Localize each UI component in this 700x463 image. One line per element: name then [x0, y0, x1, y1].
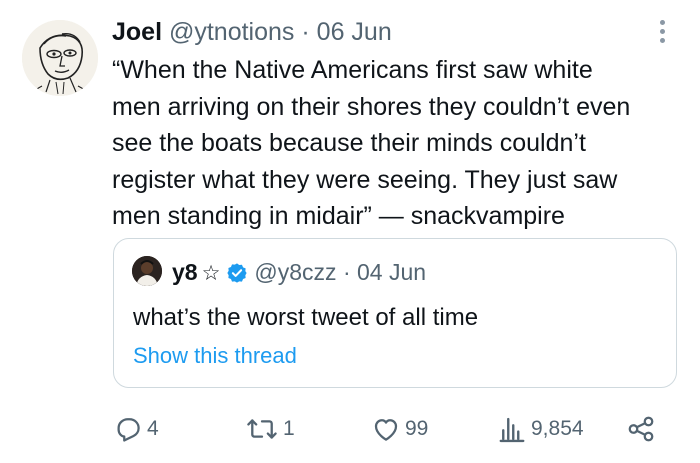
- quoted-tweet-date[interactable]: 04 Jun: [357, 259, 426, 285]
- share-button[interactable]: [626, 412, 656, 446]
- views-chart-icon: [499, 417, 525, 443]
- views-button[interactable]: 9,854: [497, 412, 584, 446]
- tweet-header: Joel @ytnotions · 06 Jun: [112, 16, 392, 48]
- author-handle[interactable]: @ytnotions: [169, 18, 294, 46]
- retweet-count: 1: [283, 417, 295, 440]
- star-icon: ☆: [201, 262, 221, 285]
- author-avatar[interactable]: [22, 20, 98, 96]
- quoted-author-name[interactable]: y8: [172, 259, 198, 285]
- share-icon: [628, 416, 654, 442]
- quoted-author-handle[interactable]: @y8czz: [254, 259, 336, 285]
- retweet-icon: [247, 419, 277, 439]
- verified-badge-icon: [226, 261, 248, 291]
- quoted-header-separator: ·: [342, 259, 351, 285]
- view-count: 9,854: [531, 417, 584, 440]
- show-thread-link[interactable]: Show this thread: [133, 341, 297, 371]
- tweet-text: “When the Native Americans first saw whi…: [112, 56, 631, 230]
- like-count: 99: [405, 417, 429, 440]
- more-options-icon[interactable]: [653, 20, 671, 46]
- header-separator: ·: [301, 18, 310, 46]
- quoted-author-avatar[interactable]: [132, 256, 162, 286]
- like-button[interactable]: 99: [371, 412, 428, 446]
- reply-count: 4: [147, 417, 159, 440]
- reply-button[interactable]: 4: [113, 412, 159, 446]
- author-name[interactable]: Joel: [112, 18, 162, 46]
- quoted-tweet-text: what’s the worst tweet of all time: [133, 304, 479, 331]
- heart-icon: [374, 419, 398, 441]
- reply-icon: [117, 418, 140, 442]
- quoted-tweet-card[interactable]: y8 ☆ @y8czz · 04 Jun what’s the worst twe…: [113, 238, 677, 388]
- retweet-button[interactable]: 1: [245, 412, 295, 446]
- tweet-date[interactable]: 06 Jun: [317, 18, 392, 46]
- quoted-avatar-image: [132, 256, 162, 286]
- quoted-tweet-header: y8 ☆ @y8czz · 04 Jun: [172, 257, 426, 291]
- sketch-face-avatar-image: [22, 20, 98, 96]
